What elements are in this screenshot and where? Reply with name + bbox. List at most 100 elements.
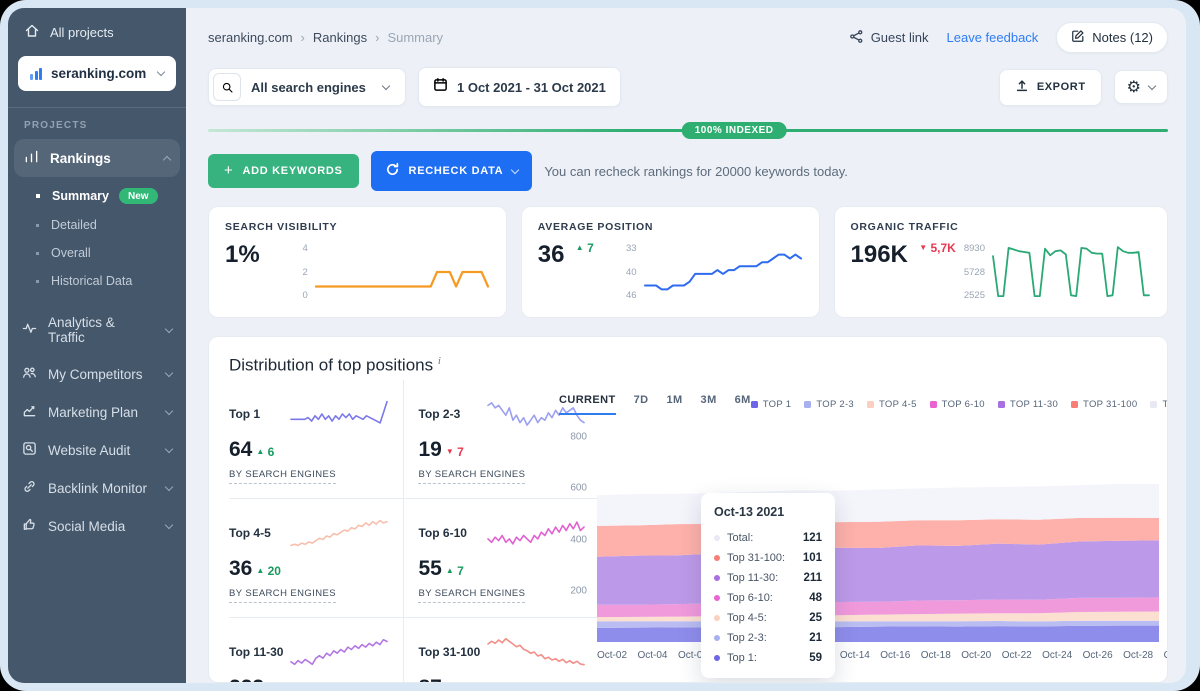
app-window: All projects seranking.com PROJECTS Rank… — [8, 8, 1186, 683]
arrow-down-icon: ▼ — [919, 243, 927, 252]
tile-top11-30: Top 11-30 223▲ 35 BY SEARCH ENGINES — [229, 617, 404, 683]
legend-total[interactable]: TOTAL — [1150, 399, 1168, 410]
tooltip-row: Top 11-30:211 — [714, 568, 822, 588]
sidebar-subitem-summary[interactable]: Summary New — [8, 181, 186, 211]
tab-3m[interactable]: 3M — [701, 394, 717, 415]
leave-feedback-link[interactable]: Leave feedback — [947, 30, 1039, 45]
stacked-area-chart[interactable] — [597, 437, 1159, 642]
delta-up: ▲ 7 — [572, 241, 593, 303]
breadcrumb: seranking.com Rankings Summary — [208, 30, 443, 45]
chevron-down-icon — [165, 444, 173, 452]
distribution-panel: Distribution of top positions i Top 1 64… — [208, 336, 1168, 683]
add-keywords-button[interactable]: + ADD KEYWORDS — [208, 154, 359, 188]
bullet — [36, 194, 40, 198]
tab-1m[interactable]: 1M — [666, 394, 682, 415]
legend-top4-5[interactable]: TOP 4-5 — [867, 399, 917, 410]
indexed-badge: 100% INDEXED — [682, 122, 787, 139]
people-icon — [22, 365, 37, 383]
project-chart-icon — [30, 68, 42, 80]
sidebar-item-website-audit[interactable]: Website Audit — [8, 431, 186, 469]
rankings-submenu: Summary New Detailed Overall Historical … — [8, 177, 186, 305]
thumbs-up-icon — [22, 517, 37, 535]
chevron-down-icon — [382, 81, 390, 89]
by-search-engines-link[interactable]: BY SEARCH ENGINES — [229, 469, 336, 484]
sidebar-subitem-historical-data[interactable]: Historical Data — [8, 267, 186, 295]
search-engines-select[interactable]: All search engines — [208, 68, 406, 106]
chevron-down-icon — [511, 165, 519, 173]
tooltip-row: Top 31-100:101 — [714, 548, 822, 568]
legend-top6-10[interactable]: TOP 6-10 — [930, 399, 985, 410]
window-frame: All projects seranking.com PROJECTS Rank… — [0, 0, 1200, 691]
home-icon — [24, 23, 40, 42]
sidebar-item-marketing-plan[interactable]: Marketing Plan — [8, 393, 186, 431]
bullet — [36, 224, 39, 227]
sidebar-item-social-media[interactable]: Social Media — [8, 507, 186, 545]
bullet — [36, 252, 39, 255]
tile-top1: Top 1 64▲ 6 BY SEARCH ENGINES — [229, 380, 404, 498]
info-icon[interactable]: i — [438, 355, 441, 367]
by-search-engines-link[interactable]: BY SEARCH ENGINES — [229, 588, 336, 603]
sidebar-subitem-overall[interactable]: Overall — [8, 239, 186, 267]
gear-icon: ⚙ — [1127, 77, 1141, 97]
sidebar-item-analytics-traffic[interactable]: Analytics & Traffic — [8, 305, 186, 355]
audit-search-icon — [22, 441, 37, 459]
all-projects-label: All projects — [50, 25, 114, 40]
legend-top31-100[interactable]: TOP 31-100 — [1071, 399, 1137, 410]
indexed-progress: 100% INDEXED — [208, 122, 1168, 138]
tooltip-row: Top 6-10:48 — [714, 588, 822, 608]
tab-7d[interactable]: 7D — [634, 394, 649, 415]
export-button[interactable]: EXPORT — [999, 69, 1102, 106]
position-tiles: Top 1 64▲ 6 BY SEARCH ENGINES Top 2-3 19… — [229, 380, 537, 683]
sidebar-item-my-competitors[interactable]: My Competitors — [8, 355, 186, 393]
x-axis-labels: Oct-02Oct-04 Oct-06Oct-08 Oct-10Oct-12 O… — [597, 650, 1168, 661]
tooltip-row: Total:121 — [714, 528, 822, 548]
date-range-picker[interactable]: 1 Oct 2021 - 31 Oct 2021 — [418, 67, 621, 107]
organic-traffic-chart — [991, 241, 1151, 303]
distribution-title: Distribution of top positions i — [229, 355, 1147, 376]
sidebar-item-backlink-monitor[interactable]: Backlink Monitor — [8, 469, 186, 507]
pencil-icon — [1071, 29, 1085, 46]
project-selector[interactable]: seranking.com — [18, 56, 176, 91]
tooltip-row: Top 2-3:21 — [714, 628, 822, 648]
tile-top4-5: Top 4-5 36▲ 20 BY SEARCH ENGINES — [229, 498, 404, 617]
by-search-engines-link[interactable]: BY SEARCH ENGINES — [418, 588, 525, 603]
tooltip-row: Top 4-5:25 — [714, 608, 822, 628]
checklist-icon — [22, 403, 37, 421]
breadcrumb-summary: Summary — [375, 30, 443, 45]
sidebar: All projects seranking.com PROJECTS Rank… — [8, 8, 186, 683]
sidebar-nav: Rankings Summary New Detailed Overall — [8, 139, 186, 545]
breadcrumb-rankings[interactable]: Rankings — [301, 30, 368, 45]
rankings-icon — [24, 149, 39, 167]
top11-30-sparkline — [289, 634, 389, 670]
notes-button[interactable]: Notes (12) — [1056, 22, 1168, 53]
by-search-engines-link[interactable]: BY SEARCH ENGINES — [418, 469, 525, 484]
tab-current[interactable]: CURRENT — [559, 394, 616, 415]
sidebar-item-rankings[interactable]: Rankings — [14, 139, 180, 177]
chart-legend: TOP 1 TOP 2-3 TOP 4-5 TOP 6-10 TOP 11-30… — [751, 399, 1168, 410]
breadcrumb-project[interactable]: seranking.com — [208, 30, 293, 45]
average-position-chart — [643, 241, 803, 303]
legend-top11-30[interactable]: TOP 11-30 — [998, 399, 1058, 410]
recheck-note: You can recheck rankings for 20000 keywo… — [544, 164, 848, 179]
tab-6m[interactable]: 6M — [735, 394, 751, 415]
stat-cards: SEARCH VISIBILITY 1% 420 AVERAGE POSITIO… — [208, 206, 1168, 318]
all-projects-link[interactable]: All projects — [8, 8, 186, 54]
stacked-area-plot: 800 600 400 200 Oct-02Oct-04 Oct-06Oct-0… — [559, 437, 1168, 661]
topbar-actions: Guest link Leave feedback Notes (12) — [849, 22, 1168, 53]
chevron-down-icon — [157, 68, 165, 76]
recheck-data-button[interactable]: RECHECK DATA — [371, 151, 533, 191]
legend-top1[interactable]: TOP 1 — [751, 399, 792, 410]
y-axis: 893057282525 — [964, 241, 985, 303]
guest-link[interactable]: Guest link — [849, 29, 929, 47]
chevron-down-icon — [165, 520, 173, 528]
search-visibility-chart — [314, 241, 490, 303]
sidebar-subitem-detailed[interactable]: Detailed — [8, 211, 186, 239]
legend-top2-3[interactable]: TOP 2-3 — [804, 399, 854, 410]
top4-5-sparkline — [289, 515, 389, 551]
tooltip-date: Oct-13 2021 — [714, 505, 822, 519]
settings-button[interactable]: ⚙ — [1114, 70, 1168, 104]
share-icon — [849, 29, 864, 47]
sidebar-divider — [8, 107, 186, 108]
chevron-down-icon — [165, 324, 173, 332]
controls-row: All search engines 1 Oct 2021 - 31 Oct 2… — [208, 67, 1168, 107]
